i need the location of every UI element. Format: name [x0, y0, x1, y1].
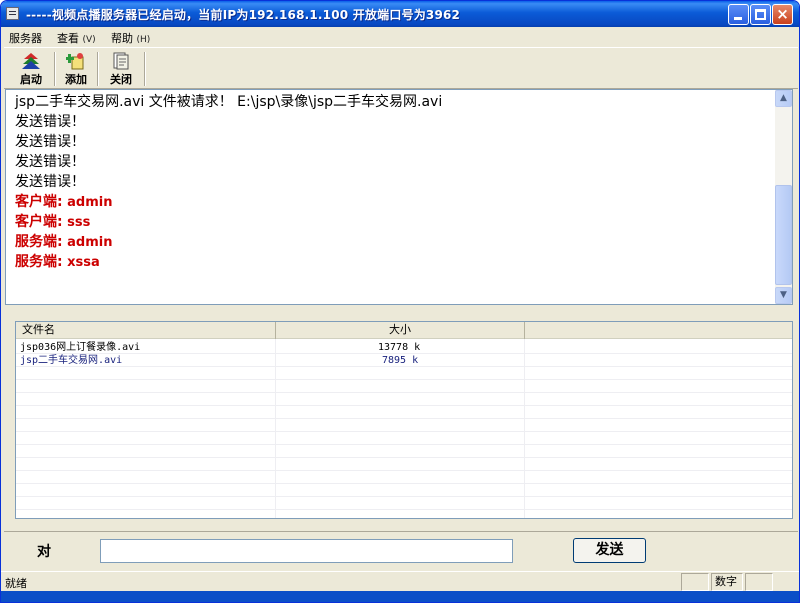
log-line-server: 服务端: xssa: [15, 252, 775, 272]
log-line-value: admin: [62, 235, 113, 250]
table-row-empty: [16, 380, 792, 393]
log-line-server: 服务端: admin: [15, 232, 775, 252]
send-button[interactable]: 发送: [573, 538, 646, 563]
log-line-label: 客户端:: [15, 194, 63, 210]
document-icon: [111, 52, 131, 70]
file-size: 7895 k: [382, 355, 419, 366]
scroll-up-button[interactable]: ▲: [775, 90, 792, 107]
message-input[interactable]: [100, 539, 513, 563]
status-text: 就绪: [5, 577, 27, 590]
app-icon[interactable]: [6, 7, 19, 20]
menu-help[interactable]: 帮助 (H): [111, 30, 150, 46]
file-name: jsp二手车交易网.avi: [20, 355, 123, 366]
table-row-empty: [16, 393, 792, 406]
log-line-value: sss: [62, 215, 91, 230]
minimize-icon: [734, 17, 742, 20]
column-header-empty[interactable]: [525, 322, 792, 339]
status-panel-caps: [681, 573, 709, 591]
file-list[interactable]: 文件名 大小 jsp036网上订餐录像.avi 13778 k jsp二手车交易…: [15, 321, 793, 519]
start-button[interactable]: 启动: [13, 50, 49, 88]
toolbar: 启动 添加 关闭: [4, 47, 798, 89]
maximize-icon: [755, 9, 766, 20]
log-line-label: 客户端:: [15, 214, 63, 230]
add-button[interactable]: 添加: [58, 50, 94, 88]
close-icon: ×: [776, 5, 789, 23]
column-header-size[interactable]: 大小: [276, 322, 525, 339]
toolbar-separator: [54, 52, 56, 86]
title-bar[interactable]: -----视频点播服务器已经启动，当前IP为192.168.1.100 开放端口…: [1, 1, 799, 27]
status-bar: 就绪 数字: [1, 571, 799, 591]
table-row[interactable]: jsp036网上订餐录像.avi 13778 k: [16, 341, 792, 354]
log-line-value: xssa: [62, 255, 100, 270]
menu-view[interactable]: 查看 (V): [57, 30, 96, 46]
table-row-empty: [16, 367, 792, 380]
log-line-value: admin: [62, 195, 113, 210]
splitter[interactable]: [4, 305, 798, 321]
toolbar-separator: [144, 52, 146, 86]
app-window: -----视频点播服务器已经启动，当前IP为192.168.1.100 开放端口…: [0, 0, 800, 603]
table-row-empty: [16, 484, 792, 497]
log-lines: jsp二手车交易网.avi 文件被请求！ E:\jsp\录像\jsp二手车交易网…: [15, 92, 775, 272]
log-line-label: 服务端:: [15, 254, 63, 270]
toolbar-separator: [97, 52, 99, 86]
chat-bar: 对 发送: [4, 531, 798, 569]
table-row-empty: [16, 419, 792, 432]
start-icon: [21, 52, 41, 70]
file-size: 13778 k: [378, 342, 421, 353]
log-line: 发送错误！: [15, 154, 85, 170]
table-row-empty: [16, 497, 792, 510]
window-title: -----视频点播服务器已经启动，当前IP为192.168.1.100 开放端口…: [26, 8, 461, 22]
table-row-empty: [16, 445, 792, 458]
table-row[interactable]: jsp二手车交易网.avi 7895 k: [16, 354, 792, 367]
log-textarea[interactable]: jsp二手车交易网.avi 文件被请求！ E:\jsp\录像\jsp二手车交易网…: [5, 89, 793, 305]
menu-view-mnemonic: (V): [82, 35, 96, 45]
log-line: 发送错误！: [15, 134, 85, 150]
log-scrollbar[interactable]: ▲ ▼: [775, 90, 792, 304]
status-panel-num: 数字: [711, 573, 743, 591]
menu-view-label: 查看: [57, 32, 79, 45]
file-name: jsp036网上订餐录像.avi: [20, 342, 141, 353]
add-label: 添加: [65, 73, 87, 86]
table-row-empty: [16, 432, 792, 445]
status-panel-scroll: [745, 573, 773, 591]
table-row-empty: [16, 406, 792, 419]
menu-help-label: 帮助: [111, 32, 133, 45]
file-list-header: 文件名 大小: [16, 322, 792, 339]
minimize-button[interactable]: [728, 4, 749, 25]
menu-help-mnemonic: (H): [136, 35, 151, 45]
menu-server[interactable]: 服务器: [9, 30, 42, 46]
start-label: 启动: [20, 73, 42, 86]
log-line-label: 服务端:: [15, 234, 63, 250]
close-label: 关闭: [110, 73, 132, 86]
table-row-empty: [16, 471, 792, 484]
log-line: jsp二手车交易网.avi 文件被请求！ E:\jsp\录像\jsp二手车交易网…: [15, 94, 443, 110]
log-line-client: 客户端: admin: [15, 192, 775, 212]
scroll-thumb[interactable]: [775, 185, 792, 285]
to-label: 对: [37, 544, 51, 560]
log-line-client: 客户端: sss: [15, 212, 775, 232]
log-line: 发送错误！: [15, 114, 85, 130]
menu-bar: 服务器 查看 (V) 帮助 (H): [4, 27, 798, 47]
table-row-empty: [16, 458, 792, 471]
window-bottom-border: [1, 591, 799, 602]
log-line: 发送错误！: [15, 174, 85, 190]
add-icon: [65, 52, 86, 70]
close-server-button[interactable]: 关闭: [103, 50, 139, 88]
close-button[interactable]: ×: [772, 4, 793, 25]
menu-server-label: 服务器: [9, 32, 42, 45]
scroll-down-button[interactable]: ▼: [775, 287, 792, 304]
column-header-filename[interactable]: 文件名: [16, 322, 276, 339]
maximize-button[interactable]: [750, 4, 771, 25]
